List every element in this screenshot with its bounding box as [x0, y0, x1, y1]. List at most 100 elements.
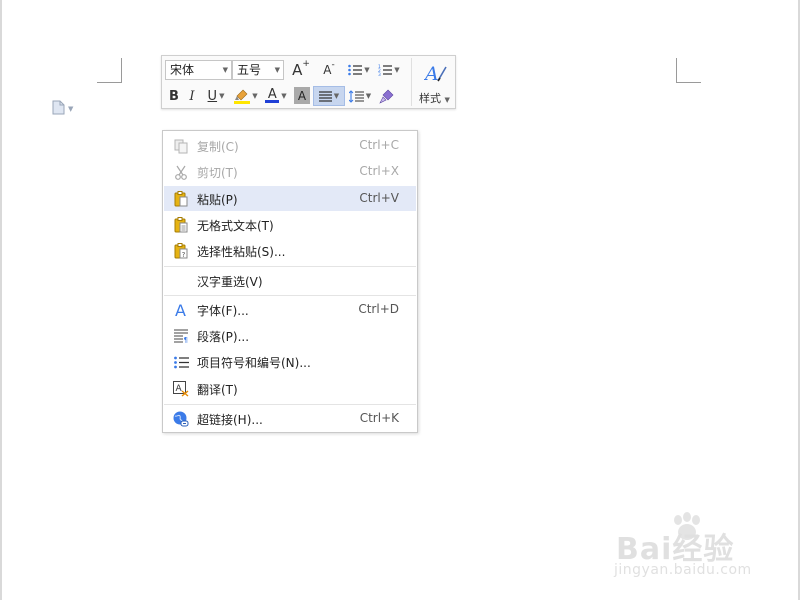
mini-toolbar: 宋体 ▼ 五号 ▼ A+ A- ▼ 123 ▼ B I U ▼ ▼ A ▼ A — [161, 55, 456, 109]
menu-item-shortcut: Ctrl+V — [359, 191, 399, 205]
shrink-font-label: A — [323, 63, 332, 77]
styles-icon: A — [424, 63, 447, 85]
menu-item-shortcut: Ctrl+D — [358, 302, 399, 316]
menu-item-label: 粘贴(P) — [197, 193, 238, 207]
baidu-watermark: Bai经验 jingyan.baidu.com — [612, 512, 762, 582]
svg-text:?: ? — [182, 251, 186, 259]
chevron-down-icon: ▼ — [281, 92, 287, 100]
format-painter-button[interactable] — [376, 86, 396, 106]
translate-icon: A — [172, 380, 190, 398]
svg-text:¶: ¶ — [183, 336, 187, 343]
chevron-down-icon: ▼ — [274, 66, 280, 74]
chevron-down-icon: ▼ — [252, 92, 258, 100]
font-name-value: 宋体 — [170, 63, 195, 77]
font-size-select[interactable]: 五号 ▼ — [232, 60, 284, 80]
chevron-down-icon: ▼ — [394, 66, 400, 74]
watermark-url: jingyan.baidu.com — [614, 562, 752, 578]
menu-item-label: 汉字重选(V) — [197, 275, 263, 289]
menu-item-label: 超链接(H)... — [197, 413, 263, 427]
chevron-down-icon: ▼ — [444, 96, 450, 104]
character-shading-label: A — [297, 88, 307, 103]
bullet-list-button[interactable]: ▼ — [345, 60, 373, 80]
font-name-select[interactable]: 宋体 ▼ — [165, 60, 232, 80]
line-spacing-button[interactable]: ▼ — [346, 86, 374, 106]
menu-item-label: 无格式文本(T) — [197, 219, 274, 233]
menu-item-shortcut: Ctrl+X — [359, 164, 399, 178]
plus-icon: + — [302, 59, 310, 69]
line-spacing-icon — [348, 89, 364, 103]
underline-button[interactable]: U ▼ — [203, 86, 229, 106]
chevron-down-icon: ▼ — [219, 92, 225, 100]
font-color-label: A — [267, 87, 277, 102]
styles-label: 样式 — [419, 92, 441, 105]
font-size-value: 五号 — [237, 63, 262, 77]
document-icon — [52, 100, 65, 119]
numbered-list-icon: 123 — [378, 64, 393, 76]
menu-item-font[interactable]: A 字体(F)... Ctrl+D — [164, 297, 416, 322]
character-shading-button[interactable]: A — [294, 87, 310, 104]
margin-corner-top-left — [97, 58, 122, 83]
hyperlink-globe-icon — [172, 410, 190, 428]
bold-button[interactable]: B — [166, 86, 182, 106]
paste-icon — [172, 190, 190, 208]
italic-button[interactable]: I — [184, 86, 200, 106]
shrink-font-button[interactable]: A- — [318, 60, 340, 80]
menu-item-paragraph[interactable]: ¶ 段落(P)... — [164, 323, 416, 348]
menu-item-bullets-numbering[interactable]: 项目符号和编号(N)... — [164, 349, 416, 374]
paste-options-button[interactable]: ▼ — [52, 100, 82, 119]
menu-item-label: 选择性粘贴(S)... — [197, 245, 286, 259]
menu-separator — [164, 404, 416, 405]
highlighter-icon — [234, 89, 251, 104]
font-color-button[interactable]: A ▼ — [262, 86, 290, 106]
svg-text:3: 3 — [378, 72, 381, 76]
menu-item-paste[interactable]: 粘贴(P) Ctrl+V — [164, 186, 416, 211]
menu-item-paste-special[interactable]: ? 选择性粘贴(S)... — [164, 238, 416, 263]
menu-item-copy[interactable]: 复制(C) Ctrl+C — [164, 133, 416, 158]
font-color-icon: A — [265, 87, 280, 103]
chevron-down-icon: ▼ — [333, 92, 340, 100]
svg-text:A: A — [424, 63, 439, 85]
chevron-down-icon: ▼ — [222, 66, 228, 74]
menu-item-reconvert[interactable]: 汉字重选(V) — [164, 268, 416, 293]
menu-separator — [164, 295, 416, 296]
menu-item-label: 段落(P)... — [197, 330, 250, 344]
bullet-list-icon — [348, 64, 363, 76]
menu-item-label: 复制(C) — [197, 140, 239, 154]
menu-item-label: 剪切(T) — [197, 166, 238, 180]
menu-item-label: 项目符号和编号(N)... — [197, 356, 311, 370]
bold-label: B — [169, 88, 179, 104]
numbered-list-button[interactable]: 123 ▼ — [375, 60, 403, 80]
context-menu: 复制(C) Ctrl+C 剪切(T) Ctrl+X 粘贴(P) Ctrl+V 无… — [162, 130, 418, 433]
align-center-icon — [318, 90, 332, 102]
format-painter-icon — [378, 89, 393, 104]
menu-item-cut[interactable]: 剪切(T) Ctrl+X — [164, 159, 416, 184]
bullet-list-icon — [172, 353, 190, 371]
menu-separator — [164, 266, 416, 267]
menu-item-paste-plain-text[interactable]: 无格式文本(T) — [164, 212, 416, 237]
menu-item-translate[interactable]: A 翻译(T) — [164, 376, 416, 401]
chevron-down-icon: ▼ — [364, 66, 370, 74]
grow-font-label: A — [292, 61, 303, 79]
grow-font-button[interactable]: A + — [290, 59, 312, 80]
underline-label: U — [207, 88, 218, 104]
align-button[interactable]: ▼ — [313, 86, 345, 106]
font-icon: A — [172, 301, 190, 319]
menu-item-hyperlink[interactable]: 超链接(H)... Ctrl+K — [164, 406, 416, 431]
svg-text:A: A — [175, 302, 186, 318]
menu-item-label: 翻译(T) — [197, 383, 238, 397]
scissors-icon — [172, 163, 190, 181]
paste-special-icon: ? — [172, 242, 190, 260]
menu-item-shortcut: Ctrl+K — [359, 411, 399, 425]
menu-item-label: 字体(F)... — [197, 304, 249, 318]
chevron-down-icon: ▼ — [365, 92, 372, 100]
margin-corner-top-right — [676, 58, 701, 83]
page-edge-left — [0, 0, 2, 600]
chevron-down-icon: ▼ — [68, 105, 74, 113]
styles-button[interactable]: A 样式 ▼ — [411, 58, 456, 106]
copy-icon — [172, 137, 190, 155]
paste-plain-text-icon — [172, 216, 190, 234]
menu-item-shortcut: Ctrl+C — [359, 138, 399, 152]
highlight-button[interactable]: ▼ — [232, 86, 260, 106]
paragraph-icon: ¶ — [172, 327, 190, 345]
italic-label: I — [189, 88, 195, 104]
